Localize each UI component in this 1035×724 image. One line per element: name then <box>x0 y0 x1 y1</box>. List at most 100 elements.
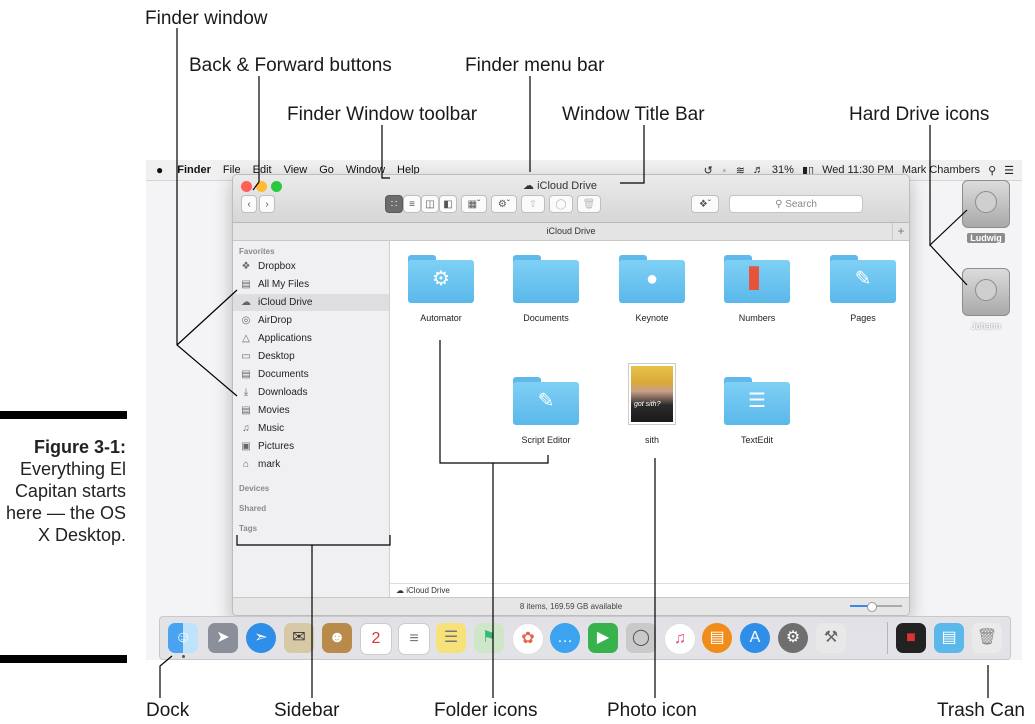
folder-label: Numbers <box>738 313 776 323</box>
path-bar[interactable]: ☁ iCloud Drive <box>390 583 909 597</box>
back-button[interactable]: ‹ <box>241 195 257 213</box>
photo-icon: got sith? <box>628 363 676 425</box>
callout-sidebar: Sidebar <box>274 700 340 721</box>
dropbox-menu-button[interactable]: ❖ˇ <box>691 195 719 213</box>
column-view-button[interactable]: ◫ <box>421 195 439 213</box>
search-field[interactable]: ⚲ Search <box>729 195 863 213</box>
cloud-icon: ☁ <box>523 180 534 192</box>
cover-flow-button[interactable]: ◧ <box>439 195 457 213</box>
sidebar-item-label: Desktop <box>258 351 295 362</box>
downloads-stack-icon[interactable]: ▤ <box>934 623 964 653</box>
photos-icon[interactable]: ✿ <box>512 623 544 655</box>
reminders-icon[interactable]: ≡ <box>398 623 430 655</box>
sidebar: Favorites ❖ Dropbox ▤ All My Files ☁ iCloud… <box>233 241 390 597</box>
sidebar-header-devices[interactable]: Devices <box>239 484 269 493</box>
sidebar-item-airdrop[interactable]: ◎ AirDrop <box>233 312 389 329</box>
hard-drive-ludwig[interactable]: Ludwig <box>946 180 1022 246</box>
sidebar-header-shared[interactable]: Shared <box>239 504 266 513</box>
facetime-icon[interactable]: ▶ <box>588 623 618 653</box>
sidebar-item-desktop[interactable]: ▭ Desktop <box>233 348 389 365</box>
utility-app-icon[interactable]: ⚒ <box>816 623 846 653</box>
ibooks-icon[interactable]: ▤ <box>702 623 732 653</box>
folder-keynote[interactable]: ● Keynote <box>602 255 702 323</box>
folder-numbers[interactable]: ▋ Numbers <box>707 255 807 323</box>
notification-center-icon[interactable]: ☰ <box>1004 164 1014 177</box>
itunes-icon[interactable]: ♫ <box>664 623 696 655</box>
share-button[interactable]: ⇧ <box>521 195 545 213</box>
trash-icon[interactable]: 🗑 <box>972 623 1002 653</box>
figure-rule-top <box>0 411 127 419</box>
edit-tags-button[interactable]: ◯ <box>549 195 573 213</box>
slider-knob[interactable] <box>867 602 877 612</box>
menu-finder[interactable]: Finder <box>171 164 217 176</box>
sidebar-item-dropbox[interactable]: ❖ Dropbox <box>233 258 389 275</box>
preview-icon[interactable]: ◯ <box>626 623 656 653</box>
window-title-bar: ☁ iCloud Drive ‹ › ∷ ≡ ◫ ◧ ▦ˇ ⚙ˇ ⇧ ◯ 🗑 ❖… <box>233 175 909 223</box>
sidebar-item-applications[interactable]: △ Applications <box>233 330 389 347</box>
folder-script-editor[interactable]: ✎ Script Editor <box>496 377 596 445</box>
stack-icon[interactable]: ■ <box>896 623 926 653</box>
hard-drive-icon <box>962 180 1010 228</box>
line-dock <box>159 655 173 698</box>
sidebar-item-movies[interactable]: ▤ Movies <box>233 402 389 419</box>
tab-title: iCloud Drive <box>546 226 596 236</box>
sidebar-item-label: Dropbox <box>258 261 296 272</box>
drive-label: Ludwig <box>967 233 1005 243</box>
delete-button[interactable]: 🗑 <box>577 195 601 213</box>
sidebar-header-tags[interactable]: Tags <box>239 524 257 533</box>
list-view-button[interactable]: ≡ <box>403 195 421 213</box>
zoom-button[interactable] <box>271 181 282 192</box>
messages-icon[interactable]: … <box>550 623 580 653</box>
menubar-user[interactable]: Mark Chambers <box>902 164 980 176</box>
callout-dock: Dock <box>146 700 190 721</box>
folder-automator[interactable]: ⚙ Automator <box>391 255 491 323</box>
sidebar-header-favorites: Favorites <box>239 247 275 256</box>
sidebar-item-music[interactable]: ♫ Music <box>233 420 389 437</box>
mail-icon[interactable]: ✉ <box>284 623 314 653</box>
safari-icon[interactable]: ➣ <box>246 623 276 653</box>
file-sith-photo[interactable]: got sith? sith <box>602 363 702 445</box>
spotlight-icon[interactable]: ⚲ <box>988 164 996 177</box>
photo-text: got sith? <box>634 401 661 408</box>
script-editor-icon: ✎ <box>513 377 579 425</box>
folder-textedit[interactable]: ☰ TextEdit <box>707 377 807 445</box>
minimize-button[interactable] <box>256 181 267 192</box>
sidebar-item-icloud-drive[interactable]: ☁ iCloud Drive <box>233 294 389 311</box>
app-store-icon[interactable]: A <box>740 623 770 653</box>
close-button[interactable] <box>241 181 252 192</box>
icon-view-button[interactable]: ∷ <box>385 195 403 213</box>
numbers-icon: ▋ <box>724 255 790 303</box>
tab-bar[interactable]: iCloud Drive <box>233 223 909 241</box>
sidebar-item-documents[interactable]: ▤ Documents <box>233 366 389 383</box>
downloads-icon: ⤓ <box>243 387 249 398</box>
callout-back-forward: Back & Forward buttons <box>189 55 392 76</box>
icon-size-slider[interactable] <box>850 602 902 612</box>
launchpad-icon[interactable]: ➤ <box>208 623 238 653</box>
folder-pages[interactable]: ✎ Pages <box>813 255 909 323</box>
cloud-icon: ☁ <box>241 297 251 308</box>
sidebar-item-pictures[interactable]: ▣ Pictures <box>233 438 389 455</box>
sidebar-item-mark[interactable]: ⌂ mark <box>233 456 389 473</box>
hard-drive-johann[interactable]: Johann <box>946 268 1022 334</box>
new-tab-button[interactable]: + <box>892 223 909 240</box>
airdrop-icon: ◎ <box>241 315 251 326</box>
notes-icon[interactable]: ☰ <box>436 623 466 653</box>
documents-icon: ▤ <box>241 369 251 380</box>
callout-toolbar: Finder Window toolbar <box>287 104 478 125</box>
movies-icon: ▤ <box>241 405 251 416</box>
folder-icon <box>513 255 579 303</box>
sidebar-item-label: All My Files <box>258 279 310 290</box>
apple-menu-icon[interactable]: ● <box>146 163 171 177</box>
sidebar-item-label: iCloud Drive <box>258 297 313 308</box>
action-menu-button[interactable]: ⚙ˇ <box>491 195 517 213</box>
contacts-icon[interactable]: ☻ <box>322 623 352 653</box>
forward-button[interactable]: › <box>259 195 275 213</box>
sidebar-item-downloads[interactable]: ⤓ Downloads <box>233 384 389 401</box>
calendar-icon[interactable]: 2 <box>360 623 392 655</box>
finder-icon[interactable]: ☺ <box>168 623 198 653</box>
folder-documents[interactable]: Documents <box>496 255 596 323</box>
sidebar-item-all-my-files[interactable]: ▤ All My Files <box>233 276 389 293</box>
maps-icon[interactable]: ⚑ <box>474 623 504 653</box>
arrange-menu-button[interactable]: ▦ˇ <box>461 195 487 213</box>
system-preferences-icon[interactable]: ⚙ <box>778 623 808 653</box>
